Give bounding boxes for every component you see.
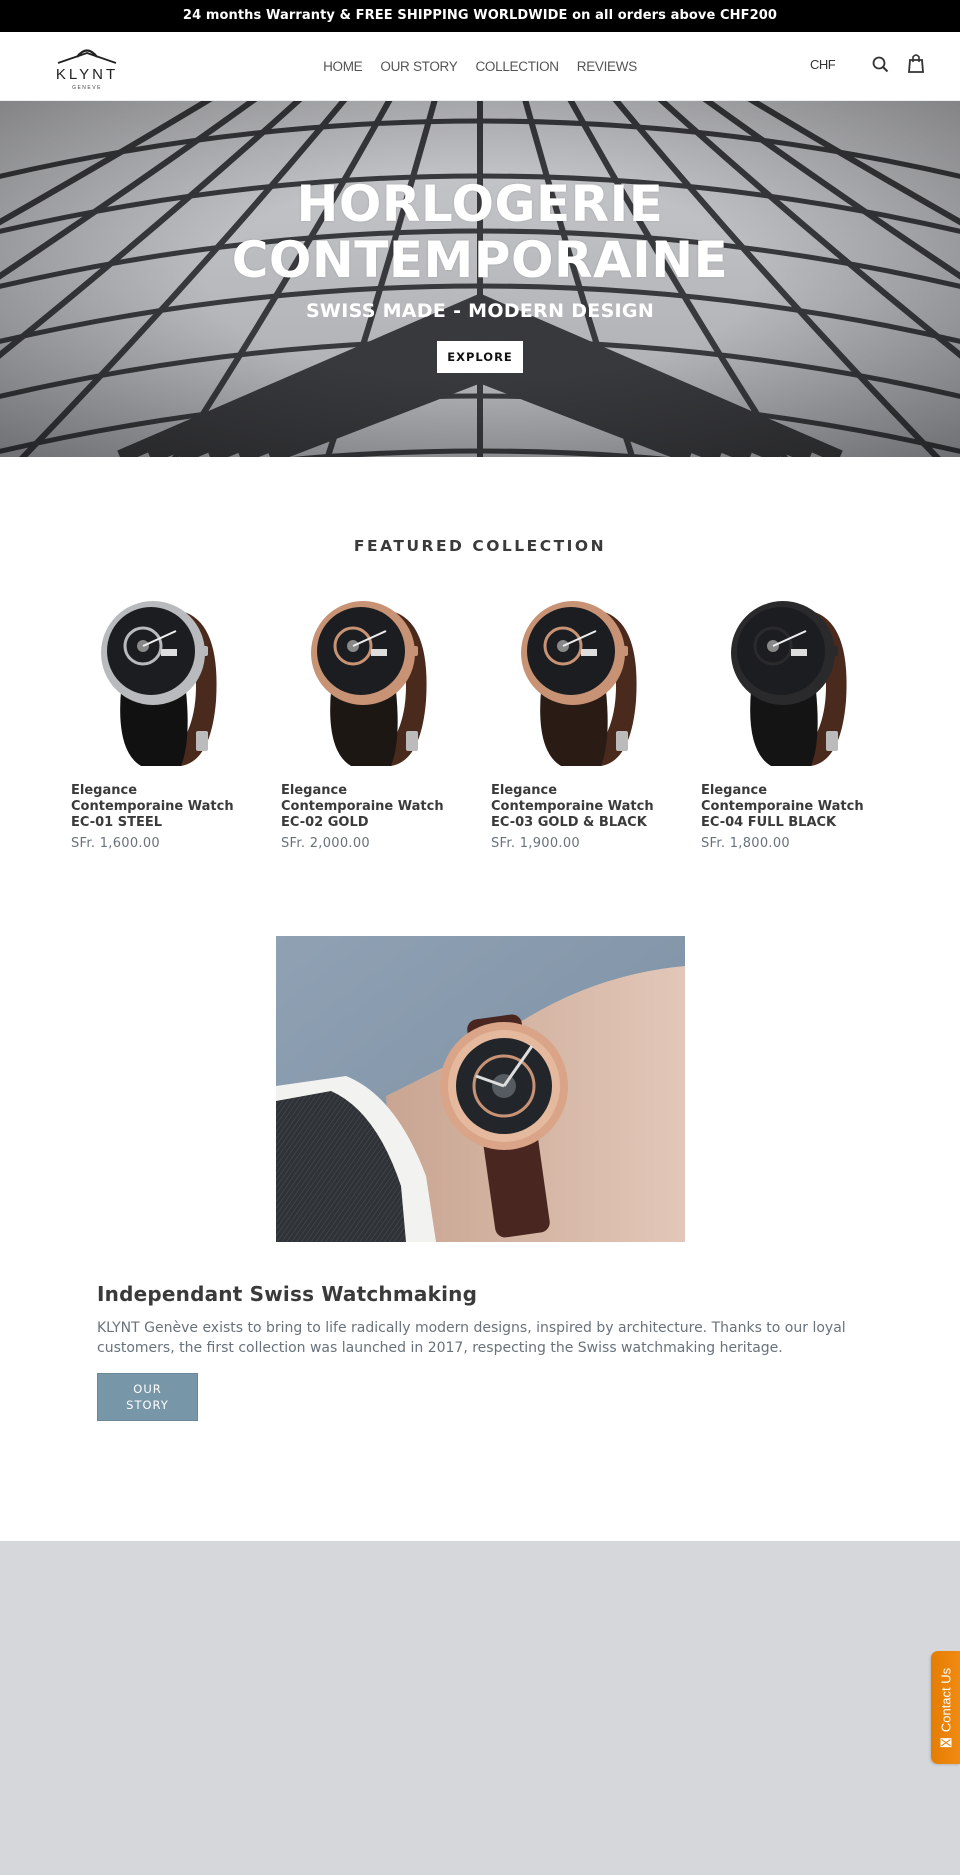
product-card[interactable]: Elegance Contemporaine Watch EC-01 STEEL… [71,591,251,851]
explore-button[interactable]: EXPLORE [437,341,523,373]
hero-content: HORLOGERIE CONTEMPORAINE SWISS MADE - MO… [0,176,960,373]
nav-our-story[interactable]: OUR STORY [380,59,457,74]
contact-us-tab[interactable]: Contact Us [931,1651,960,1764]
product-title[interactable]: Elegance Contemporaine Watch EC-01 STEEL [71,783,251,831]
product-title[interactable]: Elegance Contemporaine Watch EC-04 FULL … [701,783,881,831]
nav-collection[interactable]: COLLECTION [475,59,559,74]
nav-reviews[interactable]: REVIEWS [577,59,637,74]
hero-title: HORLOGERIE CONTEMPORAINE [0,176,960,288]
featured-collection: FEATURED COLLECTION Elegance Contemporai… [0,457,960,851]
watch-icon [521,601,637,766]
nav-home[interactable]: HOME [323,59,363,74]
product-image[interactable] [701,591,881,771]
contact-us-label: Contact Us [938,1667,953,1732]
product-card[interactable]: Elegance Contemporaine Watch EC-04 FULL … [701,591,881,851]
envelope-icon [940,1737,951,1747]
hero-title-line1: HORLOGERIE [296,175,664,233]
wrist-watch-photo [275,936,685,1242]
watch-icon [731,601,847,766]
watch-icon [311,601,427,766]
search-icon[interactable] [870,54,892,76]
product-price: SFr. 2,000.00 [281,836,370,851]
product-image[interactable] [71,591,251,771]
our-story-button-line2: STORY [126,1398,169,1412]
footer [0,1541,960,1875]
product-card[interactable]: Elegance Contemporaine Watch EC-03 GOLD … [491,591,671,851]
our-story-button-line1: OUR [133,1382,162,1396]
our-story-button[interactable]: OUR STORY [97,1373,198,1421]
product-image[interactable] [491,591,671,771]
section-title: FEATURED COLLECTION [353,537,607,555]
product-image[interactable] [281,591,461,771]
story-title: Independant Swiss Watchmaking [97,1282,478,1306]
hero-subtitle: SWISS MADE - MODERN DESIGN [305,300,655,322]
hero-banner: HORLOGERIE CONTEMPORAINE SWISS MADE - MO… [0,101,960,457]
product-grid: Elegance Contemporaine Watch EC-01 STEEL… [0,591,960,851]
product-title[interactable]: Elegance Contemporaine Watch EC-02 GOLD [281,783,461,831]
product-price: SFr. 1,900.00 [491,836,580,851]
product-price: SFr. 1,800.00 [701,836,790,851]
currency-selector[interactable]: CHF [810,57,836,72]
story-text: KLYNT Genève exists to bring to life rad… [97,1320,846,1356]
story-section: Independant Swiss Watchmaking KLYNT Genè… [0,1242,960,1421]
shopping-bag-icon[interactable] [905,52,927,74]
product-card[interactable]: Elegance Contemporaine Watch EC-02 GOLD … [281,591,461,851]
announcement-bar: 24 months Warranty & FREE SHIPPING WORLD… [0,0,960,32]
hero-title-line2: CONTEMPORAINE [231,231,729,289]
watch-icon [101,601,217,766]
product-price: SFr. 1,600.00 [71,836,160,851]
product-title[interactable]: Elegance Contemporaine Watch EC-03 GOLD … [491,783,671,831]
site-header: KLYNT GENEVE HOME OUR STORY COLLECTION R… [0,32,960,101]
